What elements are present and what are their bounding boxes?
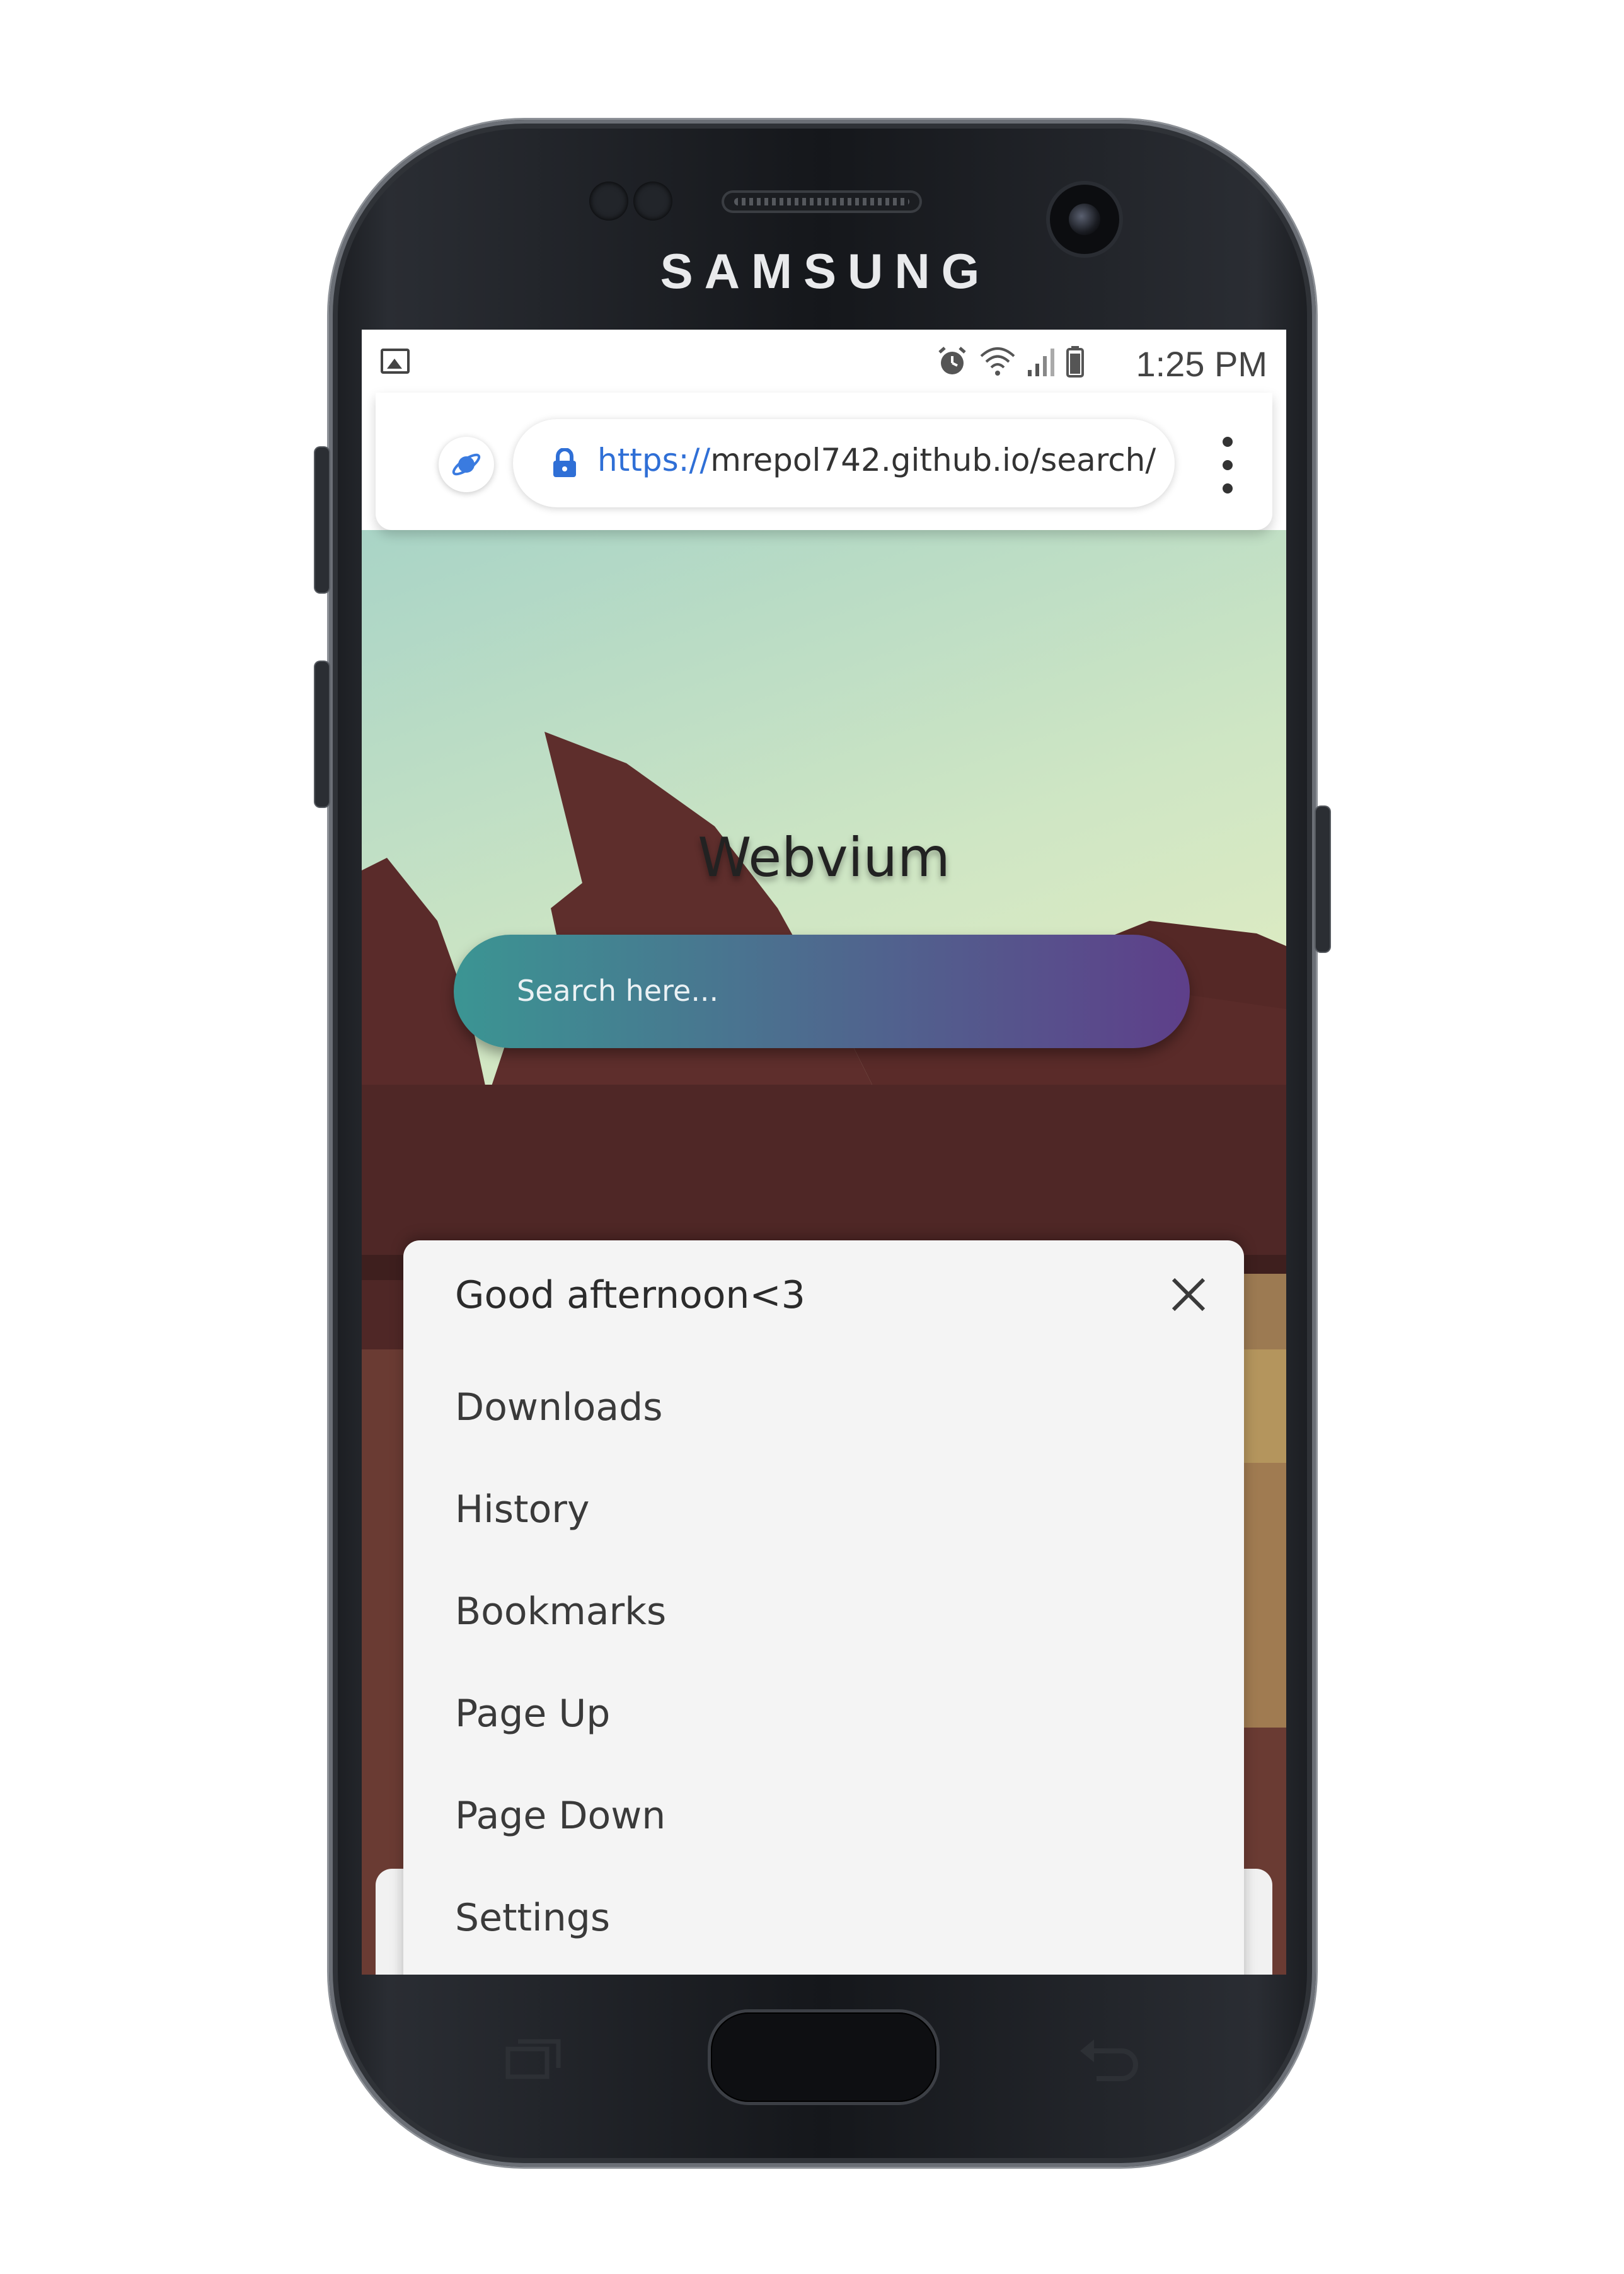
menu-sheet: Good afternoon<3 Downloads History Bookm…: [403, 1240, 1244, 1975]
menu-item-page-up[interactable]: Page Up: [455, 1692, 610, 1736]
back-icon[interactable]: [1078, 2037, 1141, 2081]
image-icon: [381, 349, 410, 374]
signal-icon: [1028, 349, 1054, 376]
alarm-icon: [938, 347, 966, 374]
search-input[interactable]: Search here...: [454, 935, 1190, 1048]
menu-item-downloads[interactable]: Downloads: [455, 1385, 663, 1429]
volume-up-button: [315, 447, 329, 592]
lock-icon: [553, 448, 576, 477]
proximity-sensor: [589, 182, 628, 221]
webvium-icon[interactable]: [439, 437, 494, 492]
close-icon[interactable]: [1168, 1274, 1209, 1315]
volume-down-button: [315, 662, 329, 807]
status-icons: [936, 345, 1085, 378]
menu-item-page-down[interactable]: Page Down: [455, 1794, 665, 1838]
address-bar: https://mrepol742.github.io/search/: [376, 393, 1272, 530]
battery-icon: [1066, 346, 1084, 378]
screen: 1:25 PM https://mrepol742.github.io/sear…: [362, 330, 1286, 1975]
status-time: 1:25 PM: [1136, 344, 1267, 384]
menu-item-history[interactable]: History: [455, 1487, 589, 1532]
power-button: [1316, 807, 1330, 952]
url-field[interactable]: https://mrepol742.github.io/search/: [513, 419, 1175, 507]
url-path: mrepol742.github.io/search/: [710, 442, 1156, 478]
front-camera: [1050, 185, 1119, 254]
url-scheme: https://: [597, 442, 711, 478]
home-button[interactable]: [711, 2012, 936, 2102]
light-sensor: [633, 182, 672, 221]
planet-icon: [452, 453, 481, 476]
page-title: Webvium: [698, 826, 950, 889]
greeting-title: Good afternoon<3: [455, 1273, 805, 1317]
url-text: https://mrepol742.github.io/search/: [597, 442, 1156, 478]
menu-item-settings[interactable]: Settings: [455, 1896, 610, 1940]
menu-item-bookmarks[interactable]: Bookmarks: [455, 1590, 666, 1634]
more-vert-icon[interactable]: [1218, 437, 1237, 493]
brand-logo: SAMSUNG: [660, 243, 991, 299]
status-bar: 1:25 PM: [362, 330, 1286, 393]
earpiece-speaker: [722, 190, 922, 213]
search-placeholder: Search here...: [517, 974, 719, 1008]
wifi-icon: [980, 347, 1015, 376]
recent-apps-icon[interactable]: [505, 2038, 561, 2079]
